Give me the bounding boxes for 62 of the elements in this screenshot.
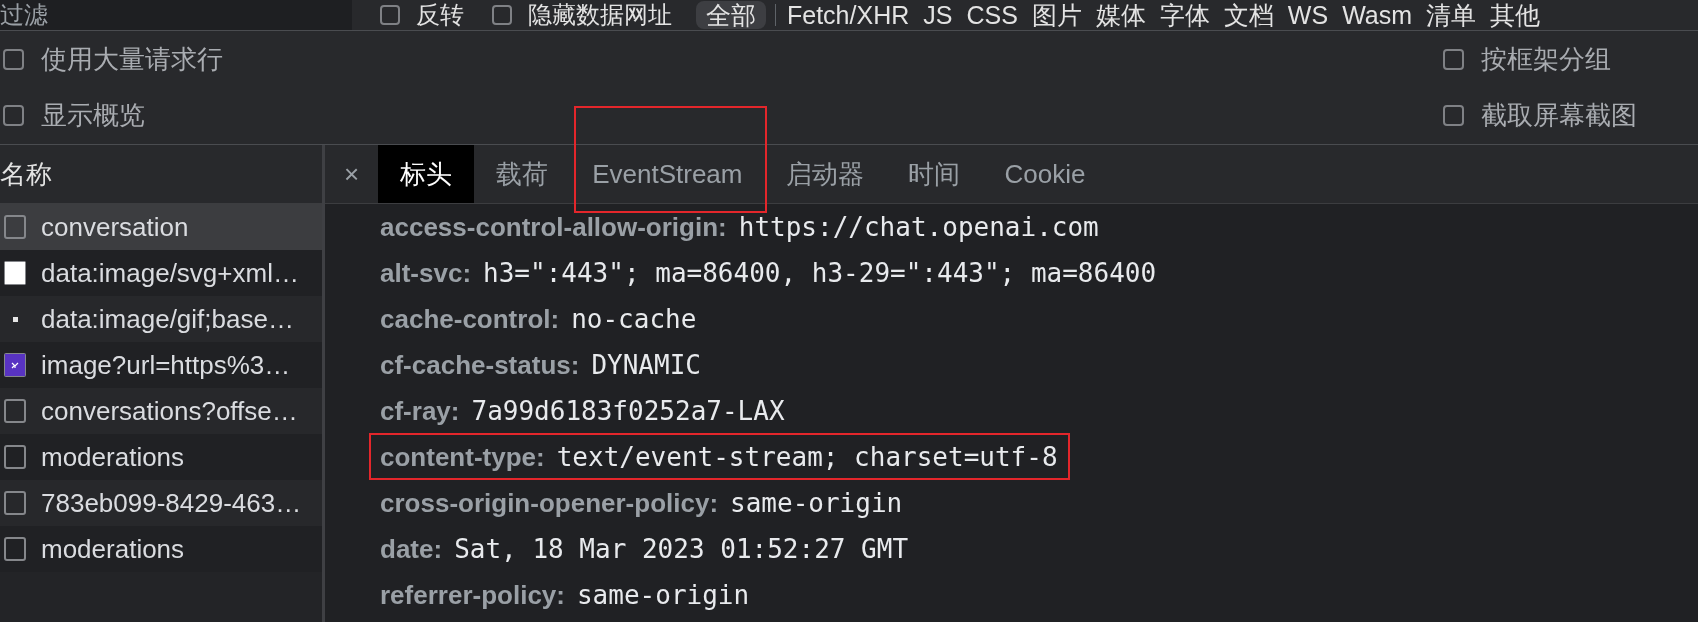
header-value: Sat, 18 Mar 2023 01:52:27 GMT	[454, 533, 909, 564]
checkbox[interactable]	[380, 5, 400, 25]
checkbox-label: 使用大量请求行	[41, 43, 223, 76]
checkbox-label: 隐藏数据网址	[528, 1, 672, 29]
type-filter-button[interactable]: 全部	[696, 1, 766, 29]
file-icon	[4, 445, 26, 469]
checkbox[interactable]	[1443, 105, 1464, 126]
type-filter-button[interactable]: 图片	[1024, 1, 1089, 29]
header-value: same-origin	[576, 579, 750, 610]
filter-field[interactable]: 过滤	[0, 0, 352, 30]
header-value: https://chat.openai.com	[738, 211, 1099, 242]
type-filter-button[interactable]: Fetch/XHR	[780, 1, 917, 29]
header-name: cf-cache-status:	[380, 349, 580, 381]
header-value: 7a99d6183f0252a7-LAX	[471, 395, 785, 426]
type-filter-button[interactable]: Wasm	[1335, 1, 1420, 29]
checkbox[interactable]	[3, 49, 24, 70]
image-thumbnail-icon	[4, 353, 26, 377]
checkbox[interactable]	[492, 5, 512, 25]
request-row[interactable]: 783eb099-8429-463…	[0, 480, 322, 526]
type-filter-button[interactable]: 字体	[1152, 1, 1217, 29]
type-filter-button[interactable]: WS	[1280, 1, 1336, 29]
tab[interactable]: 时间	[886, 145, 983, 203]
header-name: date:	[380, 533, 443, 565]
header-name: alt-svc:	[380, 257, 472, 289]
header-value: DYNAMIC	[591, 349, 701, 380]
close-button[interactable]: ×	[344, 145, 360, 203]
file-icon	[4, 491, 26, 515]
blank-thumbnail-icon	[4, 261, 26, 285]
header-value: h3=":443"; ma=86400, h3-29=":443"; ma=86400	[483, 257, 1157, 288]
tab[interactable]: 启动器	[764, 145, 887, 203]
column-header[interactable]: 名称	[0, 145, 322, 204]
type-filter-button[interactable]: 清单	[1419, 1, 1484, 29]
tab[interactable]: 载荷	[474, 145, 571, 203]
request-row[interactable]: conversation	[0, 204, 322, 250]
checkbox[interactable]	[3, 105, 24, 126]
tab[interactable]: 标头	[378, 145, 475, 203]
checkbox-label: 截取屏幕截图	[1481, 99, 1637, 132]
file-icon	[4, 399, 26, 423]
type-filter-button[interactable]: 媒体	[1088, 1, 1153, 29]
type-filter-button[interactable]: JS	[916, 1, 960, 29]
file-icon	[4, 215, 26, 239]
checkbox-label: 显示概览	[41, 99, 145, 132]
tab[interactable]: Cookie	[982, 145, 1108, 203]
type-filter-button[interactable]: CSS	[959, 1, 1025, 29]
type-filter-button[interactable]: 其他	[1483, 1, 1548, 29]
header-name: cache-control:	[380, 303, 560, 335]
checkbox-label: 反转	[416, 1, 464, 29]
header-value: no-cache	[571, 303, 697, 334]
header-name: content-type:	[380, 441, 545, 473]
request-row[interactable]: data:image/gif;base…	[0, 296, 322, 342]
header-name: cross-origin-opener-policy:	[380, 487, 719, 519]
header-name: access-control-allow-origin:	[380, 211, 727, 243]
type-filter-button[interactable]: 文档	[1216, 1, 1281, 29]
header-name: referrer-policy:	[380, 579, 565, 611]
header-value: text/event-stream; charset=utf-8	[556, 441, 1058, 472]
checkbox[interactable]	[1443, 49, 1464, 70]
checkbox-label: 按框架分组	[1481, 43, 1611, 76]
tab[interactable]: EventStream	[570, 145, 765, 203]
file-icon	[4, 537, 26, 561]
request-row[interactable]: conversations?offse…	[0, 388, 322, 434]
header-value: same-origin	[730, 487, 903, 518]
header-name: cf-ray:	[380, 395, 460, 427]
